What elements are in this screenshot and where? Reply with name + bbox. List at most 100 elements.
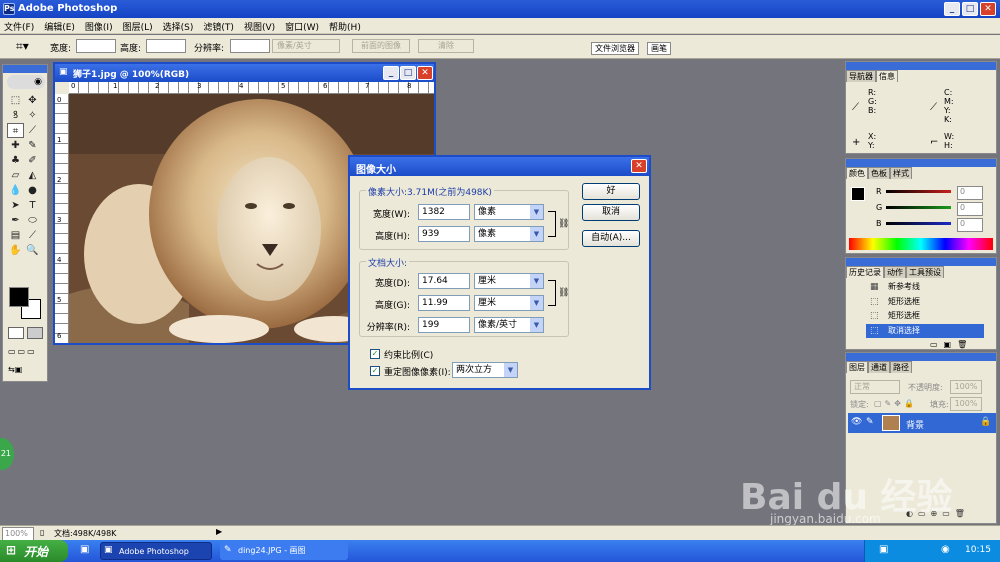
- doc-height-unit-select[interactable]: 厘米 ▼: [474, 295, 544, 311]
- menu-file[interactable]: 文件(F): [0, 18, 40, 33]
- tab-info[interactable]: 信息: [876, 70, 898, 82]
- channel-g-value[interactable]: 0: [957, 202, 983, 216]
- channel-b-value[interactable]: 0: [957, 218, 983, 232]
- foreground-swatch[interactable]: [9, 287, 29, 307]
- menu-edit[interactable]: 编辑(E): [40, 18, 81, 33]
- history-item[interactable]: 矩形选框: [866, 309, 984, 323]
- quicklaunch-icon[interactable]: ▣: [80, 544, 89, 555]
- pixel-width-input[interactable]: 1382: [418, 204, 470, 220]
- shape-tool-icon[interactable]: ⬭: [24, 213, 41, 228]
- resolution-input[interactable]: 199: [418, 317, 470, 333]
- menu-help[interactable]: 帮助(H): [325, 18, 367, 33]
- tab-actions[interactable]: 动作: [884, 266, 906, 278]
- menu-layer[interactable]: 图层(L): [119, 18, 159, 33]
- layer-row-background[interactable]: 👁 ✎ 背景 🔒: [848, 413, 996, 433]
- resample-checkbox[interactable]: ✓: [370, 366, 380, 376]
- color-foreground-swatch[interactable]: [851, 187, 865, 201]
- menu-window[interactable]: 窗口(W): [281, 18, 325, 33]
- menu-select[interactable]: 选择(S): [159, 18, 200, 33]
- lock-icons[interactable]: ▢✎✥🔒: [874, 399, 917, 408]
- tab-styles[interactable]: 样式: [890, 167, 912, 179]
- network-icon[interactable]: ◉: [941, 544, 950, 555]
- paint-bucket-icon[interactable]: ◭: [24, 168, 41, 183]
- blend-mode-select[interactable]: 正常: [850, 380, 900, 394]
- start-button[interactable]: ⊞ 开始: [0, 540, 68, 562]
- task-photoshop[interactable]: Adobe Photoshop: [100, 542, 212, 560]
- tab-brushes[interactable]: 画笔: [647, 42, 671, 55]
- resolution-unit-select[interactable]: 像素/英寸 ▼: [474, 317, 544, 333]
- clear-button[interactable]: 清除: [418, 39, 474, 53]
- pixel-height-input[interactable]: 939: [418, 226, 470, 242]
- marquee-tool-icon[interactable]: ⬚: [7, 93, 24, 108]
- tray-icon[interactable]: ▣: [879, 544, 888, 555]
- quickmask-mode-icon[interactable]: [27, 327, 43, 339]
- tab-paths[interactable]: 路径: [890, 361, 912, 373]
- unit-select[interactable]: 像素/英寸: [272, 39, 340, 53]
- history-item[interactable]: 矩形选框: [866, 295, 984, 309]
- tab-color[interactable]: 颜色: [846, 167, 868, 179]
- menu-filter[interactable]: 滤镜(T): [199, 18, 240, 33]
- pen-tool-icon[interactable]: ✒: [7, 213, 24, 228]
- channel-r-value[interactable]: 0: [957, 186, 983, 200]
- crop-tool-icon[interactable]: ⌗▾: [16, 39, 29, 54]
- maximize-button[interactable]: □: [962, 2, 978, 16]
- history-item[interactable]: 新参考线: [866, 280, 984, 294]
- doc-height-input[interactable]: 11.99: [418, 295, 470, 311]
- tab-history[interactable]: 历史记录: [846, 266, 884, 278]
- tab-file-browser[interactable]: 文件浏览器: [591, 42, 639, 55]
- height-field[interactable]: [146, 39, 186, 53]
- clone-stamp-icon[interactable]: ♣: [7, 153, 24, 168]
- resample-method-select[interactable]: 两次立方 ▼: [452, 362, 518, 378]
- history-footer-icons[interactable]: ▭▣🗑: [930, 340, 973, 349]
- notes-tool-icon[interactable]: ▤: [7, 228, 24, 243]
- doc-width-input[interactable]: 17.64: [418, 273, 470, 289]
- type-tool-icon[interactable]: T: [24, 198, 41, 213]
- path-select-icon[interactable]: ➤: [7, 198, 24, 213]
- doc-close-button[interactable]: ✕: [417, 66, 433, 80]
- jump-to-imageready-icon[interactable]: ⇆▣: [8, 365, 44, 377]
- auto-button[interactable]: 自动(A)...: [582, 230, 640, 247]
- eyedropper-icon[interactable]: ⟋: [24, 228, 41, 243]
- healing-brush-icon[interactable]: ✚: [7, 138, 24, 153]
- menu-image[interactable]: 图像(I): [81, 18, 119, 33]
- magic-wand-tool-icon[interactable]: ✧: [24, 108, 41, 123]
- tab-navigator[interactable]: 导航器: [846, 70, 876, 82]
- front-image-button[interactable]: 前面的图像: [352, 39, 410, 53]
- pixel-height-unit-select[interactable]: 像素 ▼: [474, 226, 544, 242]
- opacity-field[interactable]: 100%: [950, 380, 982, 394]
- blur-tool-icon[interactable]: 💧: [7, 183, 24, 198]
- eraser-tool-icon[interactable]: ▱: [7, 168, 24, 183]
- task-paint[interactable]: ding24.JPG - 画图: [220, 542, 348, 560]
- color-spectrum-bar[interactable]: [849, 238, 993, 250]
- history-brush-icon[interactable]: ✐: [24, 153, 41, 168]
- zoom-tool-icon[interactable]: 🔍: [24, 243, 41, 258]
- zoom-field[interactable]: 100%: [2, 527, 34, 541]
- status-arrow-icon[interactable]: ▶: [216, 527, 222, 536]
- side-badge[interactable]: 21: [0, 438, 14, 470]
- tab-swatches[interactable]: 色板: [868, 167, 890, 179]
- channel-r-slider[interactable]: [886, 190, 951, 193]
- channel-g-slider[interactable]: [886, 206, 951, 209]
- screen-mode-icons[interactable]: ▭▭▭: [8, 347, 44, 359]
- brush-tool-icon[interactable]: ✎: [24, 138, 41, 153]
- lasso-tool-icon[interactable]: ꝸ: [7, 108, 24, 123]
- adobe-online-icon[interactable]: ◉: [7, 75, 45, 89]
- move-tool-icon[interactable]: ✥: [24, 93, 41, 108]
- standard-mode-icon[interactable]: [8, 327, 24, 339]
- tab-layers[interactable]: 图层: [846, 361, 868, 373]
- width-field[interactable]: [76, 39, 116, 53]
- ok-button[interactable]: 好: [582, 183, 640, 200]
- tab-tool-presets[interactable]: 工具预设: [906, 266, 944, 278]
- cancel-button[interactable]: 取消: [582, 204, 640, 221]
- dodge-tool-icon[interactable]: ●: [24, 183, 41, 198]
- constrain-checkbox[interactable]: ✓: [370, 349, 380, 359]
- history-item-selected[interactable]: 取消选择: [866, 324, 984, 338]
- hand-tool-icon[interactable]: ✋: [7, 243, 24, 258]
- pixel-width-unit-select[interactable]: 像素 ▼: [474, 204, 544, 220]
- channel-b-slider[interactable]: [886, 222, 951, 225]
- doc-minimize-button[interactable]: _: [383, 66, 399, 80]
- crop-tool-icon[interactable]: ⌗: [7, 123, 24, 138]
- doc-width-unit-select[interactable]: 厘米 ▼: [474, 273, 544, 289]
- slice-tool-icon[interactable]: ⟋: [24, 123, 41, 138]
- fill-field[interactable]: 100%: [950, 397, 982, 411]
